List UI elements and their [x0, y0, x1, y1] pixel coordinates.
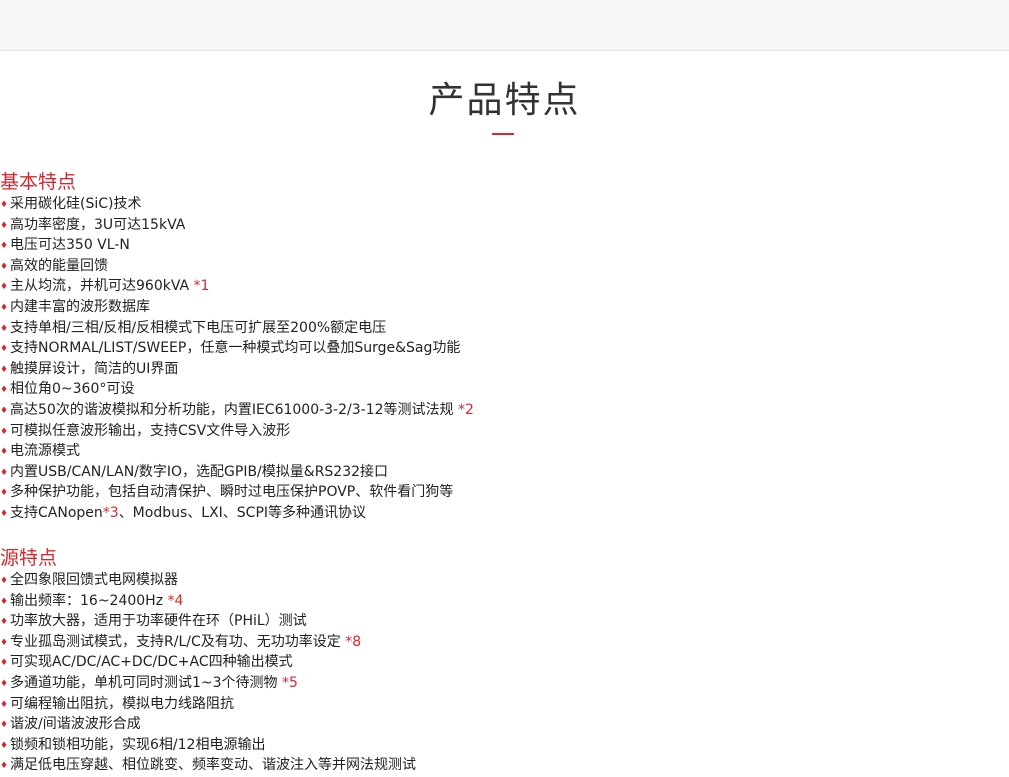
- footnote-marker: *2: [457, 401, 474, 418]
- feature-text: 支持NORMAL/LIST/SWEEP，任意一种模式均可以叠加Surge&Sag…: [10, 340, 461, 357]
- feature-item: ♦ 可实现AC/DC/AC+DC/DC+AC四种输出模式: [0, 652, 1009, 673]
- feature-item: ♦ 锁频和锁相功能，实现6相/12相电源输出: [0, 735, 1009, 756]
- diamond-bullet-icon: ♦: [0, 467, 9, 478]
- diamond-bullet-icon: ♦: [0, 637, 9, 648]
- diamond-bullet-icon: ♦: [0, 200, 9, 210]
- feature-item: ♦ 高效的能量回馈: [0, 256, 1009, 277]
- diamond-bullet-icon: ♦: [0, 282, 9, 293]
- feature-item: ♦ 全四象限回馈式电网模拟器: [0, 570, 1009, 591]
- footnote-marker: *1: [193, 278, 210, 295]
- feature-text: 高效的能量回馈: [10, 257, 108, 274]
- feature-text: 可编程输出阻抗，模拟电力线路阻抗: [10, 695, 234, 712]
- diamond-bullet-icon: ♦: [0, 699, 9, 710]
- feature-item: ♦ 电压可达350 VL-N: [0, 235, 1009, 256]
- diamond-bullet-icon: ♦: [0, 241, 9, 252]
- feature-text: 电流源模式: [10, 443, 80, 460]
- feature-item: ♦ 多通道功能，单机可同时测试1~3个待测物 *5: [0, 673, 1009, 694]
- diamond-bullet-icon: ♦: [0, 261, 9, 272]
- top-bar: [0, 0, 1009, 51]
- feature-text: 锁频和锁相功能，实现6相/12相电源输出: [10, 736, 266, 753]
- diamond-bullet-icon: ♦: [0, 596, 9, 607]
- diamond-bullet-icon: ♦: [0, 344, 9, 355]
- feature-text: 主从均流，并机可达960kVA: [10, 278, 194, 295]
- feature-text-suffix: 、Modbus、LXI、SCPI等多种通讯协议: [118, 504, 367, 521]
- feature-text: 多种保护功能，包括自动清保护、瞬时过电压保护POVP、软件看门狗等: [10, 484, 454, 501]
- feature-text: 高达50次的谐波模拟和分析功能，内置IEC61000-3-2/3-12等测试法规: [10, 401, 458, 418]
- feature-item: ♦ 相位角0~360°可设: [0, 379, 1009, 400]
- feature-text: 支持CANopen: [10, 504, 103, 521]
- diamond-bullet-icon: ♦: [0, 658, 9, 669]
- feature-text: 输出频率：16~2400Hz: [10, 592, 168, 609]
- feature-text: 专业孤岛测试模式，支持R/L/C及有功、无功功率设定: [10, 633, 346, 650]
- diamond-bullet-icon: ♦: [0, 323, 9, 334]
- diamond-bullet-icon: ♦: [0, 761, 9, 772]
- diamond-bullet-icon: ♦: [0, 447, 9, 458]
- feature-item: ♦ 专业孤岛测试模式，支持R/L/C及有功、无功功率设定 *8: [0, 632, 1009, 653]
- diamond-bullet-icon: ♦: [0, 720, 9, 731]
- feature-text: 全四象限回馈式电网模拟器: [10, 572, 178, 588]
- feature-text: 可实现AC/DC/AC+DC/DC+AC四种输出模式: [10, 654, 293, 671]
- feature-item: ♦ 满足低电压穿越、相位跳变、频率变动、谐波注入等并网法规测试: [0, 755, 1009, 776]
- feature-item: ♦ 可模拟任意波形输出，支持CSV文件导入波形: [0, 421, 1009, 442]
- feature-item: ♦ 谐波/间谐波波形合成: [0, 714, 1009, 735]
- feature-text: 多通道功能，单机可同时测试1~3个待测物: [10, 674, 282, 691]
- feature-text: 谐波/间谐波波形合成: [10, 716, 141, 733]
- diamond-bullet-icon: ♦: [0, 576, 9, 586]
- diamond-bullet-icon: ♦: [0, 740, 9, 751]
- feature-item: ♦ 内置USB/CAN/LAN/数字IO，选配GPIB/模拟量&RS232接口: [0, 462, 1009, 483]
- feature-item: ♦ 内建丰富的波形数据库: [0, 297, 1009, 318]
- section-source-features: 源特点 ♦ 全四象限回馈式电网模拟器 ♦ 输出频率：16~2400Hz *4 ♦ 功率放大…: [0, 546, 1009, 776]
- title-underline: [492, 133, 514, 135]
- feature-text: 内建丰富的波形数据库: [10, 298, 150, 315]
- diamond-bullet-icon: ♦: [0, 508, 9, 519]
- page-title: 产品特点: [428, 80, 581, 121]
- section-basic-features: 基本特点 ♦ 采用碳化硅(SiC)技术 ♦ 高功率密度，3U可达15kVA ♦ 电压可达3…: [0, 170, 1009, 524]
- diamond-bullet-icon: ♦: [0, 617, 9, 628]
- feature-list: ♦ 全四象限回馈式电网模拟器 ♦ 输出频率：16~2400Hz *4 ♦ 功率放大器，适用…: [0, 570, 1009, 776]
- feature-item: ♦ 功率放大器，适用于功率硬件在环（PHiL）测试: [0, 611, 1009, 632]
- diamond-bullet-icon: ♦: [0, 678, 9, 689]
- feature-item: ♦ 主从均流，并机可达960kVA *1: [0, 276, 1009, 297]
- feature-text: 功率放大器，适用于功率硬件在环（PHiL）测试: [10, 613, 307, 630]
- feature-item: ♦ 电流源模式: [0, 441, 1009, 462]
- feature-item: ♦ 高功率密度，3U可达15kVA: [0, 215, 1009, 236]
- footnote-marker: *5: [282, 674, 298, 691]
- title-wrap: 产品特点: [0, 78, 1009, 124]
- feature-item: ♦ 可编程输出阻抗，模拟电力线路阻抗: [0, 694, 1009, 715]
- feature-text: 相位角0~360°可设: [10, 381, 135, 398]
- feature-list: ♦ 采用碳化硅(SiC)技术 ♦ 高功率密度，3U可达15kVA ♦ 电压可达350 VL…: [0, 194, 1009, 524]
- diamond-bullet-icon: ♦: [0, 426, 9, 437]
- feature-item: ♦ 多种保护功能，包括自动清保护、瞬时过电压保护POVP、软件看门狗等: [0, 482, 1009, 503]
- feature-item: ♦ 采用碳化硅(SiC)技术: [0, 194, 1009, 215]
- diamond-bullet-icon: ♦: [0, 405, 9, 416]
- section-heading: 源特点: [0, 547, 58, 569]
- feature-item: ♦ 支持CANopen*3、Modbus、LXI、SCPI等多种通讯协议: [0, 503, 1009, 524]
- feature-item: ♦ 支持NORMAL/LIST/SWEEP，任意一种模式均可以叠加Surge&Sa…: [0, 338, 1009, 359]
- footnote-marker: *4: [167, 592, 184, 609]
- feature-text: 触摸屏设计，简洁的UI界面: [10, 360, 179, 377]
- feature-item: ♦ 高达50次的谐波模拟和分析功能，内置IEC61000-3-2/3-12等测试法…: [0, 400, 1009, 421]
- feature-text: 高功率密度，3U可达15kVA: [10, 216, 186, 233]
- diamond-bullet-icon: ♦: [0, 220, 9, 231]
- footnote-marker: *8: [345, 633, 362, 650]
- diamond-bullet-icon: ♦: [0, 302, 9, 313]
- feature-text: 电压可达350 VL-N: [10, 237, 130, 254]
- feature-text: 可模拟任意波形输出，支持CSV文件导入波形: [10, 422, 291, 439]
- feature-item: ♦ 输出频率：16~2400Hz *4: [0, 591, 1009, 612]
- footnote-marker: *3: [102, 504, 119, 521]
- feature-text: 支持单相/三相/反相/反相模式下电压可扩展至200%额定电压: [10, 319, 387, 336]
- diamond-bullet-icon: ♦: [0, 385, 9, 396]
- section-heading: 基本特点: [0, 171, 77, 193]
- feature-item: ♦ 支持单相/三相/反相/反相模式下电压可扩展至200%额定电压: [0, 318, 1009, 339]
- diamond-bullet-icon: ♦: [0, 488, 9, 499]
- feature-text: 内置USB/CAN/LAN/数字IO，选配GPIB/模拟量&RS232接口: [10, 463, 389, 480]
- diamond-bullet-icon: ♦: [0, 364, 9, 375]
- feature-item: ♦ 触摸屏设计，简洁的UI界面: [0, 359, 1009, 380]
- feature-text: 采用碳化硅(SiC)技术: [10, 196, 142, 212]
